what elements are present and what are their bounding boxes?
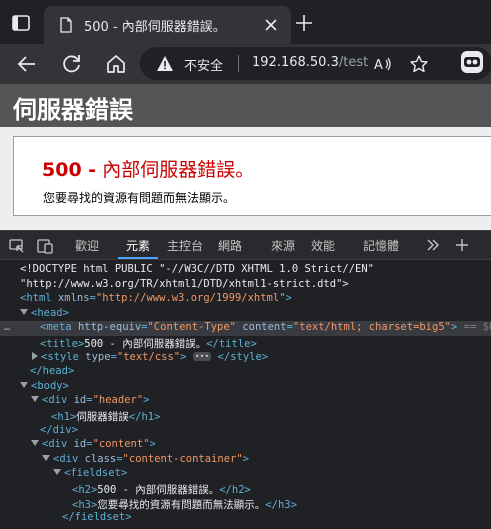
- dom-line-doctype[interactable]: <!DOCTYPE html PUBLIC "-//W3C//DTD XHTML…: [0, 263, 491, 278]
- expand-triangle-icon[interactable]: [31, 396, 39, 403]
- page-header: 伺服器錯誤: [0, 84, 491, 127]
- style-attr-value: "text/css": [116, 350, 181, 363]
- class-attr-name: class: [84, 452, 117, 465]
- dom-line-style[interactable]: <style type="text/css"> ••• </style>: [0, 351, 491, 366]
- div-content-value: "content": [92, 438, 150, 451]
- warning-icon[interactable]: [156, 55, 174, 72]
- more-dots-icon[interactable]: …: [4, 321, 10, 333]
- devtools-tab-console[interactable]: 主控台: [167, 237, 203, 254]
- device-emulation-icon[interactable]: [36, 237, 54, 255]
- doctype-text-2: "http://www.w3.org/TR/xhtml1/DTD/xhtml1-…: [20, 277, 349, 290]
- style-attr-name: type: [85, 350, 111, 363]
- error-fieldset: 500 - 內部伺服器錯誤。 您要尋找的資源有問題而無法顯示。: [13, 136, 491, 216]
- new-tab-icon[interactable]: [293, 12, 315, 34]
- dom-tree: <!DOCTYPE html PUBLIC "-//W3C//DTD XHTML…: [0, 260, 491, 529]
- url-path: /test: [338, 55, 369, 70]
- dom-line-meta-selected[interactable]: … <meta http-equiv="Content-Type" conten…: [0, 321, 491, 336]
- div-header-value: "header": [92, 394, 144, 407]
- html-attr-name: xmlns: [57, 292, 90, 305]
- h3-text: 您要尋找的資源有問題而無法顯示。: [97, 498, 266, 511]
- url-host: 192.168.50.3: [252, 55, 339, 70]
- page-content: 伺服器錯誤 500 - 內部伺服器錯誤。 您要尋找的資源有問題而無法顯示。: [0, 84, 491, 230]
- dom-line-div-close[interactable]: </div>: [0, 424, 491, 439]
- title-text: 500 - 內部伺服器錯誤。: [84, 338, 207, 350]
- chevron-double-right-icon[interactable]: [425, 237, 441, 253]
- ellipsis-icon[interactable]: •••: [192, 351, 212, 361]
- devtools-tab-performance[interactable]: 效能: [311, 237, 335, 254]
- devtools-tab-bar: 歡迎 元素 主控台 網路 來源 效能 記憶體: [0, 231, 491, 260]
- expand-triangle-icon[interactable]: [42, 454, 50, 461]
- tab-strip: 500 - 內部伺服器錯誤。: [0, 0, 491, 44]
- dom-line-body[interactable]: <body>: [0, 380, 491, 395]
- expand-triangle-icon[interactable]: [31, 440, 39, 447]
- error-detail: 您要尋找的資源有問題而無法顯示。: [43, 191, 236, 205]
- security-label[interactable]: 不安全: [184, 55, 223, 74]
- meta-attr-name-1: http-equiv: [77, 321, 142, 334]
- refresh-icon[interactable]: [59, 51, 85, 77]
- back-icon[interactable]: [14, 51, 40, 77]
- devtools-tab-welcome[interactable]: 歡迎: [75, 237, 99, 254]
- dom-line-html[interactable]: <html xmlns="http://www.w3.org/1999/xhtm…: [0, 292, 491, 307]
- meta-attr-name-2: content: [242, 321, 287, 334]
- home-icon[interactable]: [103, 51, 129, 77]
- content-container: 500 - 內部伺服器錯誤。 您要尋找的資源有問題而無法顯示。: [26, 143, 491, 213]
- meta-attr-value-2: "text/html; charset=big5": [292, 321, 451, 334]
- div-container-value: "content-container": [122, 452, 243, 465]
- expand-triangle-icon[interactable]: [20, 308, 28, 315]
- dom-line-div-container[interactable]: <div class="content-container">: [0, 453, 491, 468]
- meta-attr-value-1: "Content-Type": [147, 321, 236, 334]
- h2-text: 500 - 內部伺服器錯誤。: [97, 484, 220, 496]
- dom-line-div-header[interactable]: <div id="header">: [0, 394, 491, 409]
- dom-line-title[interactable]: <title>500 - 內部伺服器錯誤。</title>: [0, 336, 491, 351]
- address-bar[interactable]: 不安全 192.168.50.3/test A: [140, 47, 491, 80]
- dom-line-h1[interactable]: <h1>伺服器錯誤</h1>: [0, 409, 491, 424]
- dom-line-fieldset[interactable]: <fieldset>: [0, 467, 491, 482]
- error-heading: 500 - 內部伺服器錯誤。: [42, 155, 254, 182]
- url-text[interactable]: 192.168.50.3/test: [252, 55, 368, 70]
- expand-triangle-icon[interactable]: [53, 469, 61, 476]
- svg-text:A: A: [374, 58, 383, 73]
- active-tab[interactable]: 500 - 內部伺服器錯誤。: [44, 6, 291, 44]
- div-attr-name: id: [73, 438, 87, 451]
- favorites-star-icon[interactable]: [408, 53, 430, 75]
- read-aloud-icon[interactable]: A: [372, 53, 394, 75]
- dom-line-h3[interactable]: <h3>您要尋找的資源有問題而無法顯示。</h3>: [0, 497, 491, 512]
- profile-icon[interactable]: [461, 51, 483, 73]
- dom-line-head[interactable]: <head>: [0, 307, 491, 322]
- browser-toolbar: 不安全 192.168.50.3/test A: [0, 44, 491, 84]
- error-title: 內部伺服器錯誤。: [96, 159, 255, 181]
- active-tab-indicator: [118, 257, 158, 259]
- dom-line-h2[interactable]: <h2>500 - 內部伺服器錯誤。</h2>: [0, 482, 491, 497]
- tab-title: 500 - 內部伺服器錯誤。: [84, 20, 226, 35]
- devtools-tab-network[interactable]: 網路: [218, 237, 242, 254]
- dom-line-div-content[interactable]: <div id="content">: [0, 438, 491, 453]
- page-title: 伺服器錯誤: [13, 96, 133, 124]
- expand-triangle-icon[interactable]: [20, 381, 28, 388]
- inspect-icon[interactable]: [8, 237, 26, 255]
- page-icon: [58, 17, 74, 33]
- html-attr-value: "http://www.w3.org/1999/xhtml": [95, 292, 286, 305]
- dom-line-fieldset-close[interactable]: </fieldset>: [0, 511, 491, 526]
- add-tool-icon[interactable]: [454, 237, 470, 253]
- selected-marker: == $0: [463, 321, 491, 334]
- close-icon[interactable]: [261, 15, 281, 35]
- collapsed-triangle-icon[interactable]: [32, 351, 38, 360]
- devtools-panel: 歡迎 元素 主控台 網路 來源 效能 記憶體 <!DOCTYPE html PU…: [0, 230, 491, 529]
- div-attr-name: id: [73, 394, 87, 407]
- dom-line-doctype-cont[interactable]: "http://www.w3.org/TR/xhtml1/DTD/xhtml1-…: [0, 278, 491, 293]
- error-code: 500 -: [42, 159, 97, 181]
- tab-actions-icon[interactable]: [10, 12, 32, 34]
- separator: [238, 55, 239, 72]
- devtools-tab-memory[interactable]: 記憶體: [363, 237, 399, 254]
- h1-text: 伺服器錯誤: [76, 411, 129, 423]
- devtools-tab-elements[interactable]: 元素: [126, 237, 150, 254]
- dom-line-head-close[interactable]: </head>: [0, 365, 491, 380]
- devtools-tab-sources[interactable]: 來源: [271, 237, 295, 254]
- doctype-text-1: <!DOCTYPE html PUBLIC "-//W3C//DTD XHTML…: [20, 263, 375, 275]
